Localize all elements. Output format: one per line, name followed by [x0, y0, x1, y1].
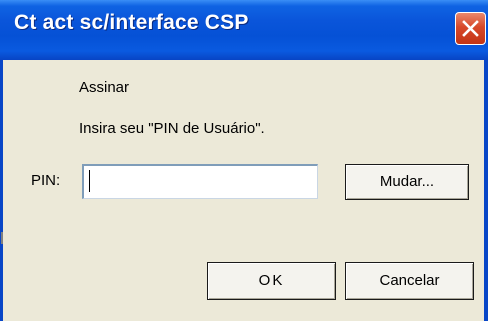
instruction-text: Insira seu "PIN de Usuário". — [79, 120, 265, 137]
window-title: Ct act sc/interface CSP — [14, 11, 249, 34]
cancel-button-label: Cancelar — [379, 272, 440, 289]
dialog-heading: Assinar — [79, 79, 130, 96]
dialog-window: Ct act sc/interface CSP Assinar Insira s… — [0, 0, 488, 321]
frame-mark — [1, 232, 3, 244]
title-bar[interactable]: Ct act sc/interface CSP — [0, 0, 488, 60]
window-frame-right — [484, 60, 488, 321]
window-frame-left — [0, 60, 3, 321]
cancel-button[interactable]: Cancelar — [345, 262, 474, 300]
ok-button[interactable]: OK — [207, 262, 336, 300]
ok-button-label: OK — [258, 272, 285, 289]
change-pin-button[interactable]: Mudar... — [345, 164, 469, 200]
change-pin-button-label: Mudar... — [379, 173, 435, 190]
pin-input[interactable] — [82, 164, 318, 199]
close-icon — [462, 20, 479, 37]
pin-label: PIN: — [31, 172, 61, 189]
close-button[interactable] — [455, 12, 486, 45]
text-caret — [89, 170, 90, 192]
